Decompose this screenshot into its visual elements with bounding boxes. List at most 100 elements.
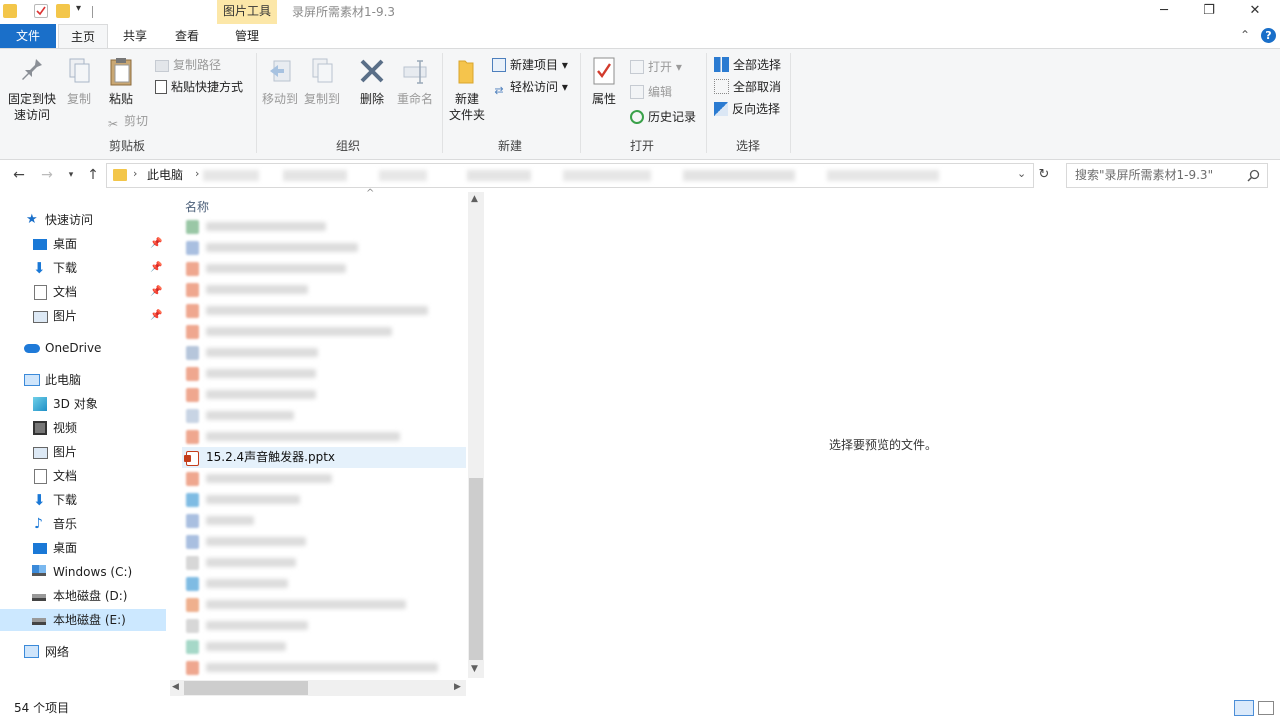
- breadcrumb-this-pc[interactable]: 此电脑: [147, 164, 183, 187]
- select-all-button[interactable]: 全部选择: [714, 55, 781, 75]
- forward-icon[interactable]: →: [36, 164, 58, 186]
- list-item[interactable]: [182, 216, 466, 237]
- list-item[interactable]: [182, 258, 466, 279]
- pin-icon[interactable]: 📌: [150, 233, 162, 255]
- cut-button[interactable]: ✂ 剪切: [106, 111, 148, 131]
- paste-button[interactable]: 粘贴: [104, 55, 138, 107]
- list-item[interactable]: [182, 342, 466, 363]
- nav-quick-downloads[interactable]: ⬇ 下载 📌: [0, 257, 166, 279]
- list-item[interactable]: [182, 237, 466, 258]
- large-icons-view-icon[interactable]: [1258, 701, 1274, 715]
- column-header-name[interactable]: 名称: [185, 198, 209, 215]
- address-bar[interactable]: › 此电脑 › ⌄: [106, 163, 1034, 188]
- list-item[interactable]: [182, 636, 466, 657]
- list-item[interactable]: [182, 426, 466, 447]
- nav-documents[interactable]: 文档: [0, 465, 166, 487]
- scroll-right-icon[interactable]: ▶: [454, 682, 461, 692]
- list-item[interactable]: [182, 489, 466, 510]
- tab-home[interactable]: 主页: [58, 24, 108, 49]
- list-item[interactable]: [182, 300, 466, 321]
- refresh-icon[interactable]: ↻: [1033, 164, 1055, 186]
- copy-to-button[interactable]: 复制到: [302, 55, 342, 107]
- up-icon[interactable]: ↑: [82, 164, 104, 186]
- list-item[interactable]: [182, 594, 466, 615]
- vertical-scroll-thumb[interactable]: [469, 478, 483, 660]
- pin-icon[interactable]: 📌: [150, 305, 162, 327]
- pin-icon[interactable]: 📌: [150, 281, 162, 303]
- horizontal-scrollbar[interactable]: ◀ ▶: [170, 680, 466, 696]
- nav-network[interactable]: 网络: [0, 641, 166, 663]
- scroll-up-icon[interactable]: ▲: [471, 194, 478, 204]
- scroll-down-icon[interactable]: ▼: [471, 664, 478, 674]
- list-item[interactable]: [182, 363, 466, 384]
- list-item[interactable]: [182, 468, 466, 489]
- properties-check-icon[interactable]: [34, 4, 48, 18]
- list-item[interactable]: [182, 615, 466, 636]
- pin-icon[interactable]: 📌: [150, 257, 162, 279]
- collapse-ribbon-icon[interactable]: ⌃: [1240, 28, 1250, 42]
- easy-access-button[interactable]: ⇄ 轻松访问 ▾: [492, 77, 567, 97]
- list-item[interactable]: [182, 510, 466, 531]
- list-item[interactable]: [182, 552, 466, 573]
- copy-button[interactable]: 复制: [62, 55, 96, 107]
- nav-videos[interactable]: 视频: [0, 417, 166, 439]
- nav-3d-objects[interactable]: 3D 对象: [0, 393, 166, 415]
- open-button[interactable]: 打开 ▾: [630, 57, 682, 77]
- move-to-button[interactable]: 移动到: [260, 55, 300, 107]
- nav-music[interactable]: ♪ 音乐: [0, 513, 166, 535]
- customize-qat-icon[interactable]: ▾: [76, 3, 81, 14]
- list-item[interactable]: [182, 279, 466, 300]
- copy-path-button[interactable]: 复制路径: [155, 55, 221, 75]
- new-item-button[interactable]: 新建项目 ▾: [492, 55, 568, 75]
- nav-drive-e[interactable]: 本地磁盘 (E:): [0, 609, 166, 631]
- rename-button[interactable]: 重命名: [394, 55, 436, 107]
- breadcrumb-chevron-icon[interactable]: ›: [195, 167, 199, 180]
- tab-manage[interactable]: 管理: [222, 24, 272, 48]
- back-icon[interactable]: ←: [8, 164, 30, 186]
- minimize-button[interactable]: ─: [1141, 0, 1187, 24]
- search-icon[interactable]: [1247, 169, 1260, 182]
- nav-quick-pictures[interactable]: 图片 📌: [0, 305, 166, 327]
- close-button[interactable]: ✕: [1232, 0, 1278, 24]
- search-input[interactable]: 搜索"录屏所需素材1-9.3": [1066, 163, 1268, 188]
- nav-quick-documents[interactable]: 文档 📌: [0, 281, 166, 303]
- tab-file[interactable]: 文件: [0, 24, 56, 48]
- nav-onedrive[interactable]: OneDrive: [0, 337, 166, 359]
- nav-drive-d[interactable]: 本地磁盘 (D:): [0, 585, 166, 607]
- new-folder-icon[interactable]: [56, 4, 70, 18]
- maximize-button[interactable]: ❐: [1186, 0, 1232, 24]
- nav-pictures[interactable]: 图片: [0, 441, 166, 463]
- list-item[interactable]: [182, 384, 466, 405]
- scroll-left-icon[interactable]: ◀: [172, 682, 179, 692]
- recent-locations-icon[interactable]: ▾: [60, 164, 82, 186]
- breadcrumb-chevron-icon[interactable]: ›: [133, 167, 137, 180]
- properties-button[interactable]: 属性: [588, 55, 620, 107]
- nav-drive-c[interactable]: Windows (C:): [0, 561, 166, 583]
- nav-desktop[interactable]: 桌面: [0, 537, 166, 559]
- list-item[interactable]: [182, 657, 466, 678]
- tab-view[interactable]: 查看: [164, 24, 210, 48]
- pin-quick-access-button[interactable]: 固定到快 速访问: [4, 55, 60, 123]
- list-item[interactable]: [182, 405, 466, 426]
- nav-quick-desktop[interactable]: 桌面 📌: [0, 233, 166, 255]
- select-none-button[interactable]: 全部取消: [714, 77, 781, 97]
- tab-share[interactable]: 共享: [112, 24, 158, 48]
- nav-this-pc[interactable]: 此电脑: [0, 369, 166, 391]
- folder-icon[interactable]: [3, 4, 17, 18]
- address-dropdown-icon[interactable]: ⌄: [1017, 167, 1026, 180]
- vertical-scrollbar[interactable]: ▲ ▼: [468, 192, 484, 678]
- list-item[interactable]: [182, 321, 466, 342]
- paste-shortcut-button[interactable]: 粘贴快捷方式: [155, 77, 243, 97]
- list-item[interactable]: [182, 531, 466, 552]
- invert-selection-button[interactable]: 反向选择: [714, 99, 780, 119]
- new-folder-button[interactable]: 新建 文件夹: [446, 55, 488, 123]
- nav-downloads[interactable]: ⬇ 下载: [0, 489, 166, 511]
- horizontal-scroll-thumb[interactable]: [184, 681, 308, 695]
- details-view-icon[interactable]: [1234, 700, 1254, 716]
- list-item-selected[interactable]: 15.2.4声音触发器.pptx: [182, 447, 466, 468]
- list-item[interactable]: [182, 573, 466, 594]
- edit-button[interactable]: 编辑: [630, 82, 672, 102]
- nav-quick-access[interactable]: ★ 快速访问: [0, 209, 166, 231]
- help-icon[interactable]: ?: [1261, 28, 1276, 43]
- history-button[interactable]: 历史记录: [630, 107, 696, 127]
